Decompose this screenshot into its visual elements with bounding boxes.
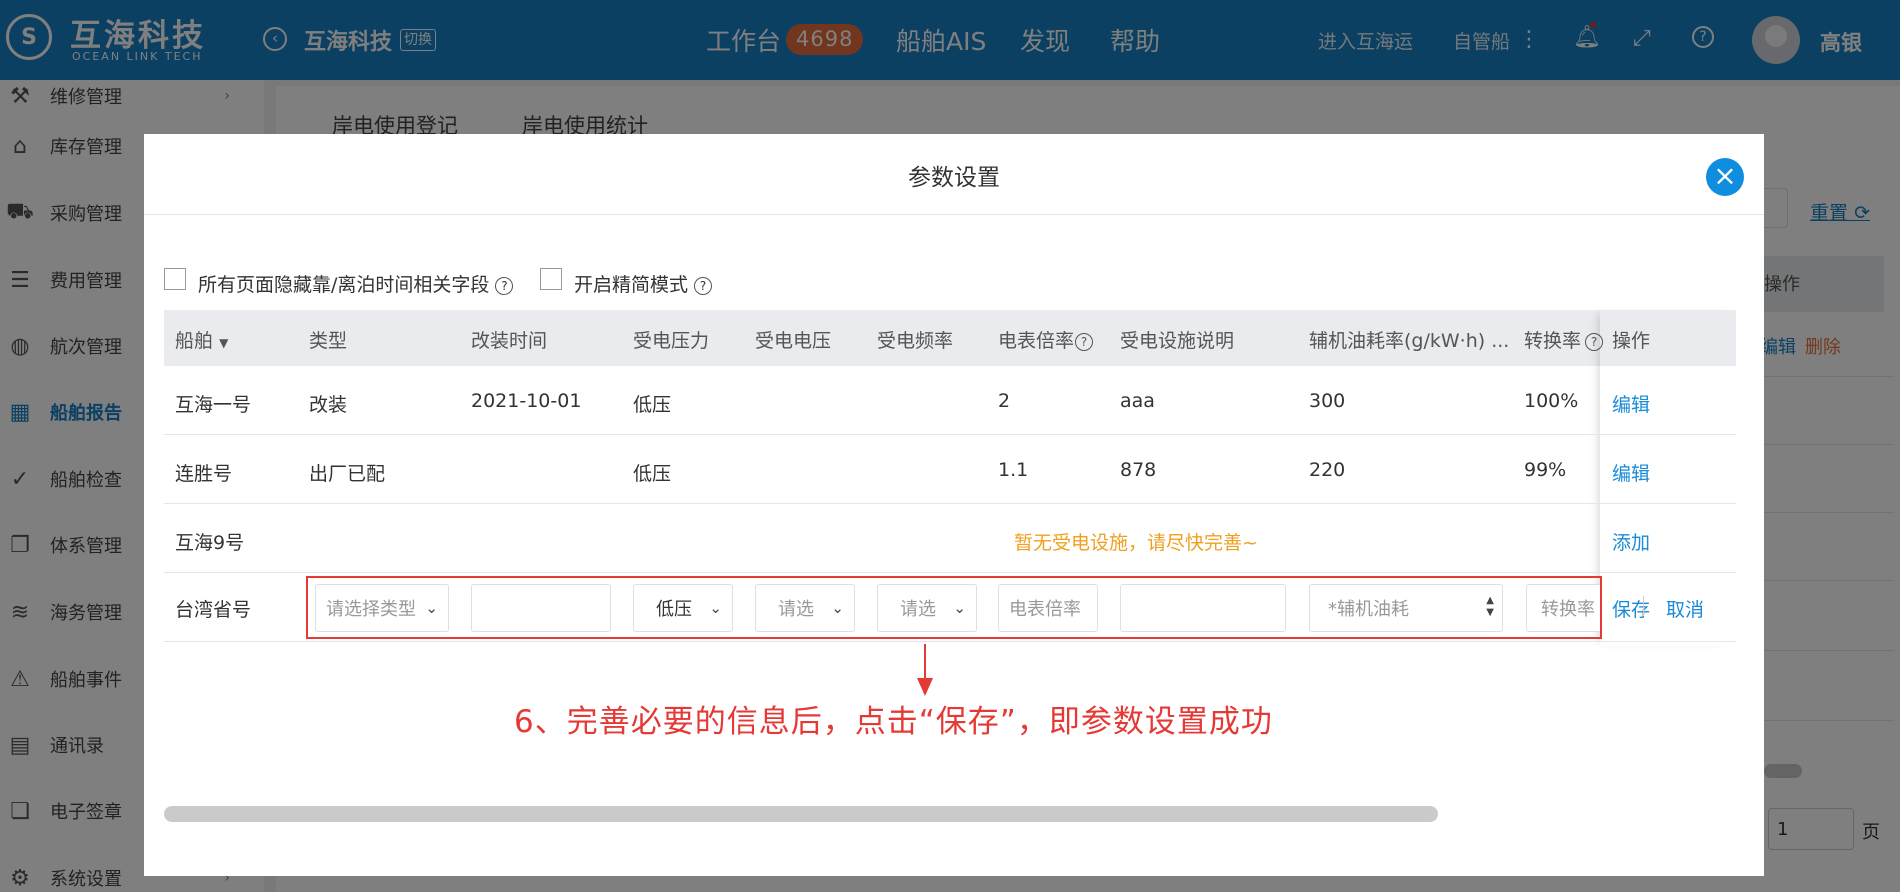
cell-fuel-rate: 300 bbox=[1309, 390, 1346, 412]
cell-pressure: 低压 bbox=[633, 463, 672, 485]
horizontal-scrollbar[interactable] bbox=[164, 806, 1438, 822]
cell-ratio: 2 bbox=[998, 390, 1011, 412]
cell-conversion: 99% bbox=[1524, 459, 1567, 481]
question-icon[interactable]: ? bbox=[694, 277, 713, 295]
edit-link[interactable]: 编辑 bbox=[1612, 390, 1650, 417]
column-conversion: 转换率? bbox=[1524, 326, 1604, 353]
column-fuel-rate: 辅机油耗率(g/kW·h) ... bbox=[1309, 330, 1510, 352]
simple-mode-checkbox[interactable] bbox=[540, 268, 562, 290]
column-retrofit-date: 改装时间 bbox=[471, 330, 548, 352]
divider bbox=[164, 572, 1736, 573]
column-type: 类型 bbox=[309, 330, 348, 352]
column-label: 船舶 bbox=[175, 330, 214, 352]
column-meter-ratio: 电表倍率? bbox=[998, 326, 1094, 353]
divider bbox=[1643, 596, 1644, 616]
cell-conversion: 100% bbox=[1524, 390, 1579, 412]
annotation-arrow bbox=[924, 644, 926, 682]
cell-ratio: 1.1 bbox=[998, 459, 1029, 481]
divider bbox=[164, 434, 1736, 435]
dialog-title: 参数设置 bbox=[908, 165, 1000, 191]
cell-pressure: 低压 bbox=[633, 394, 672, 416]
cell-desc: 878 bbox=[1120, 459, 1157, 481]
cell-ship: 连胜号 bbox=[175, 463, 233, 485]
simple-mode-option[interactable]: 开启精简模式? bbox=[574, 270, 713, 297]
sort-caret-icon[interactable]: ▼ bbox=[219, 336, 228, 350]
cell-fuel-rate: 220 bbox=[1309, 459, 1346, 481]
option-label: 开启精简模式 bbox=[574, 274, 689, 296]
cell-ship: 台湾省号 bbox=[175, 599, 252, 621]
cancel-button[interactable]: 取消 bbox=[1666, 595, 1704, 622]
hide-berthing-time-checkbox[interactable] bbox=[164, 268, 186, 290]
close-icon[interactable]: × bbox=[1706, 158, 1744, 196]
column-facility-desc: 受电设施说明 bbox=[1120, 330, 1235, 352]
cell-type: 出厂已配 bbox=[309, 463, 386, 485]
column-action: 操作 bbox=[1612, 326, 1732, 353]
cell-desc: aaa bbox=[1120, 390, 1155, 412]
question-icon[interactable]: ? bbox=[1075, 333, 1094, 351]
save-button[interactable]: 保存 bbox=[1612, 595, 1650, 622]
question-icon[interactable]: ? bbox=[495, 277, 514, 295]
option-label: 所有页面隐藏靠/离泊时间相关字段 bbox=[198, 274, 490, 296]
edit-link[interactable]: 编辑 bbox=[1612, 459, 1650, 486]
column-power-pressure: 受电压力 bbox=[633, 330, 710, 352]
highlight-box bbox=[306, 576, 1602, 639]
cell-date: 2021-10-01 bbox=[471, 390, 582, 412]
column-ship[interactable]: 船舶 ▼ bbox=[175, 326, 228, 353]
no-facility-notice: 暂无受电设施，请尽快完善~ bbox=[1014, 532, 1258, 554]
parameter-settings-dialog: 参数设置 × 所有页面隐藏靠/离泊时间相关字段? 开启精简模式? 船舶 ▼ 类型… bbox=[144, 134, 1764, 876]
cell-type: 改装 bbox=[309, 394, 348, 416]
divider bbox=[144, 214, 1764, 215]
column-power-voltage: 受电电压 bbox=[755, 330, 832, 352]
cell-ship: 互海9号 bbox=[175, 532, 245, 554]
add-link[interactable]: 添加 bbox=[1612, 528, 1650, 555]
column-power-frequency: 受电频率 bbox=[877, 330, 954, 352]
column-label: 转换率 bbox=[1524, 330, 1582, 352]
arrow-down-icon bbox=[917, 678, 933, 696]
divider bbox=[164, 503, 1736, 504]
column-label: 电表倍率 bbox=[998, 330, 1075, 352]
cell-ship: 互海一号 bbox=[175, 394, 252, 416]
hide-berthing-time-option[interactable]: 所有页面隐藏靠/离泊时间相关字段? bbox=[198, 270, 514, 297]
instruction-annotation: 6、完善必要的信息后，点击“保存”，即参数设置成功 bbox=[514, 704, 1273, 740]
divider bbox=[164, 641, 1736, 642]
